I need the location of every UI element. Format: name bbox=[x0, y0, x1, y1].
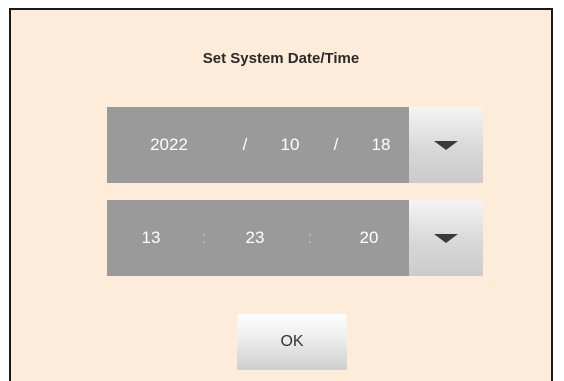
date-separator: / bbox=[242, 135, 248, 154]
set-date-time-dialog: Set System Date/Time 2022 / 10 / 18 13 :… bbox=[9, 8, 553, 381]
triangle-down-icon bbox=[434, 234, 458, 243]
minute-field[interactable]: 23 bbox=[235, 200, 275, 276]
date-dropdown-button[interactable] bbox=[409, 107, 483, 183]
time-separator: : bbox=[307, 228, 313, 247]
hour-field[interactable]: 13 bbox=[131, 200, 171, 276]
dialog-title: Set System Date/Time bbox=[202, 50, 360, 67]
time-picker: 13 : 23 : 20 bbox=[107, 200, 483, 276]
time-dropdown-button[interactable] bbox=[409, 200, 483, 276]
month-field[interactable]: 10 bbox=[270, 107, 310, 183]
date-picker: 2022 / 10 / 18 bbox=[107, 107, 483, 183]
time-separator: : bbox=[201, 228, 207, 247]
date-separator: / bbox=[333, 135, 339, 154]
triangle-down-icon bbox=[434, 141, 458, 150]
ok-button[interactable]: OK bbox=[237, 314, 347, 370]
day-field[interactable]: 18 bbox=[361, 107, 401, 183]
second-field[interactable]: 20 bbox=[349, 200, 389, 276]
year-field[interactable]: 2022 bbox=[135, 107, 203, 183]
